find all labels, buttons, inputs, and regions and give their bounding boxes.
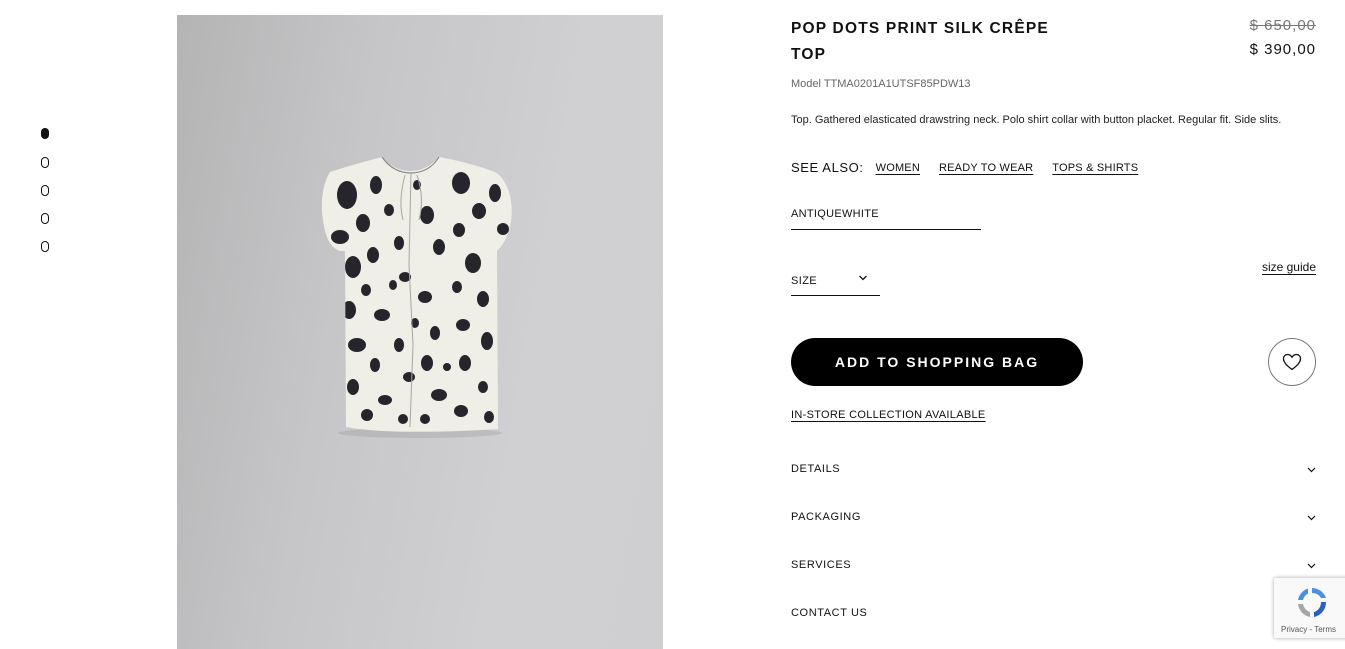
see-also-link-women[interactable]: WOMEN (876, 162, 920, 174)
chevron-down-icon (1307, 563, 1316, 569)
product-title-line2: TOP (791, 46, 827, 63)
accordion-label: SERVICES (791, 559, 852, 571)
accordion-services[interactable]: SERVICES (791, 559, 1316, 579)
see-also: SEE ALSO: WOMEN READY TO WEAR TOPS & SHI… (791, 160, 1157, 175)
sale-price: $ 390,00 (1249, 41, 1316, 58)
pager-dot-4[interactable] (41, 213, 49, 224)
size-label: SIZE (791, 275, 818, 287)
recaptcha-terms-link[interactable]: Terms (1314, 625, 1336, 634)
recaptcha-links: Privacy - Terms (1281, 625, 1336, 634)
see-also-link-ready-to-wear[interactable]: READY TO WEAR (939, 162, 1033, 174)
heart-icon (1282, 353, 1302, 371)
product-title: POP DOTS PRINT SILK CRÊPE TOP (791, 16, 1071, 68)
in-store-collection-link[interactable]: IN-STORE COLLECTION AVAILABLE (791, 409, 986, 421)
size-dropdown[interactable]: SIZE (791, 273, 880, 296)
accordion-label: DETAILS (791, 463, 841, 475)
recaptcha-logo-icon (1298, 588, 1327, 617)
pager-dot-3[interactable] (41, 185, 49, 196)
product-image[interactable] (177, 15, 663, 649)
contact-us-link[interactable]: CONTACT US (791, 607, 1316, 627)
chevron-down-icon (1307, 515, 1316, 521)
accordion-packaging[interactable]: PACKAGING (791, 511, 1316, 531)
accordion-details[interactable]: DETAILS (791, 463, 1316, 483)
add-to-bag-button[interactable]: ADD TO SHOPPING BAG (791, 338, 1083, 386)
accordion-label: PACKAGING (791, 511, 861, 523)
pager-dot-1[interactable] (41, 128, 49, 139)
size-guide-link[interactable]: size guide (1262, 260, 1316, 274)
chevron-down-icon (1307, 467, 1316, 473)
product-title-line1: POP DOTS PRINT SILK CRÊPE (791, 20, 1049, 37)
see-also-link-tops-shirts[interactable]: TOPS & SHIRTS (1052, 162, 1138, 174)
wishlist-button[interactable] (1268, 338, 1316, 386)
chevron-down-icon (859, 275, 867, 281)
see-also-label: SEE ALSO: (791, 160, 864, 175)
pager-dot-2[interactable] (41, 157, 49, 168)
accordion-label: CONTACT US (791, 607, 868, 619)
product-top-illustration (321, 156, 512, 438)
color-value: ANTIQUEWHITE (791, 208, 879, 220)
model-code: Model TTMA0201A1UTSF85PDW13 (791, 78, 971, 90)
original-price: $ 650,00 (1249, 17, 1316, 34)
color-selector[interactable]: ANTIQUEWHITE (791, 208, 981, 230)
recaptcha-badge[interactable]: Privacy - Terms (1274, 578, 1345, 638)
recaptcha-privacy-link[interactable]: Privacy (1281, 625, 1307, 634)
pager-dot-5[interactable] (41, 241, 49, 252)
product-description: Top. Gathered elasticated drawstring nec… (791, 114, 1282, 126)
